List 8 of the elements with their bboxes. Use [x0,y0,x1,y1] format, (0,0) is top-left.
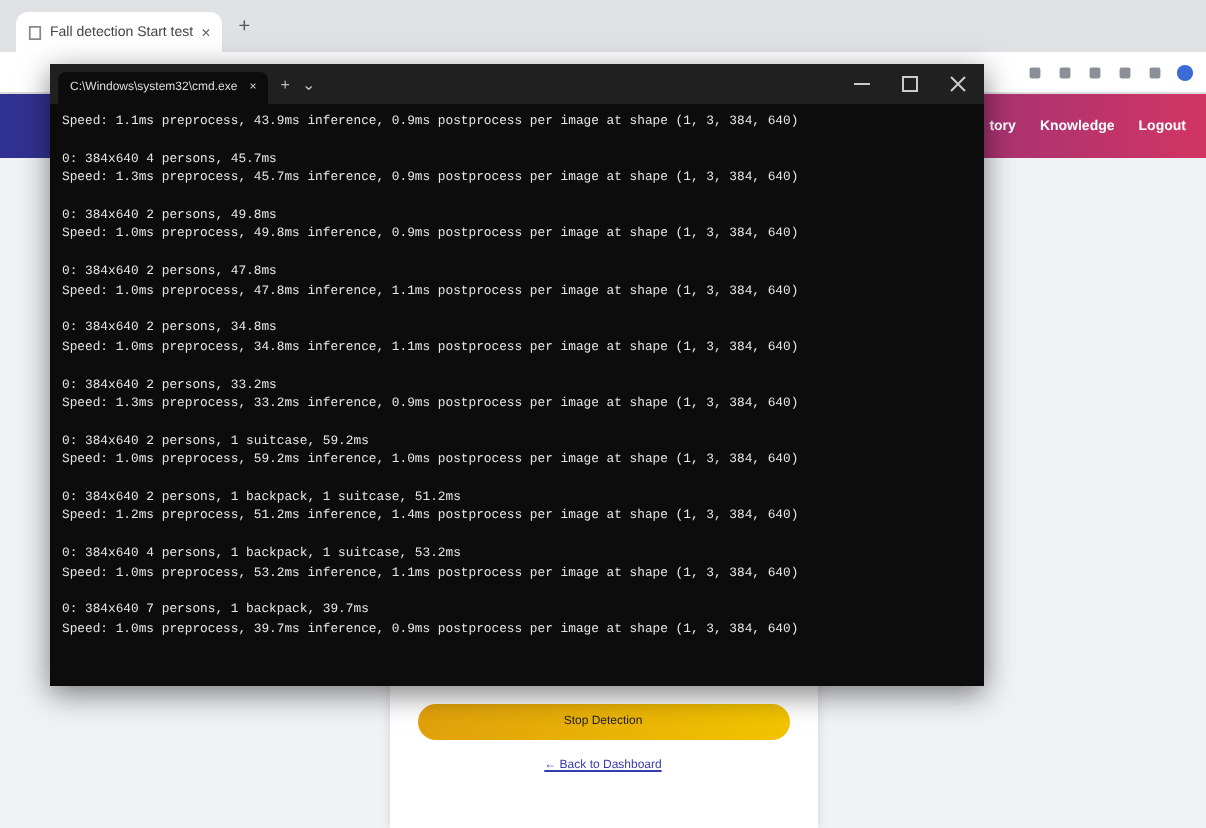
new-tab-button[interactable]: + [280,75,290,93]
close-icon[interactable] [948,74,968,94]
page-icon [28,25,42,39]
profile-avatar-icon[interactable] [1176,63,1194,81]
dropdown-button[interactable]: ⌄ [301,75,316,93]
tab-close-button[interactable]: × [201,23,211,41]
new-tab-button[interactable]: + [230,15,259,37]
maximize-icon[interactable] [900,74,920,94]
